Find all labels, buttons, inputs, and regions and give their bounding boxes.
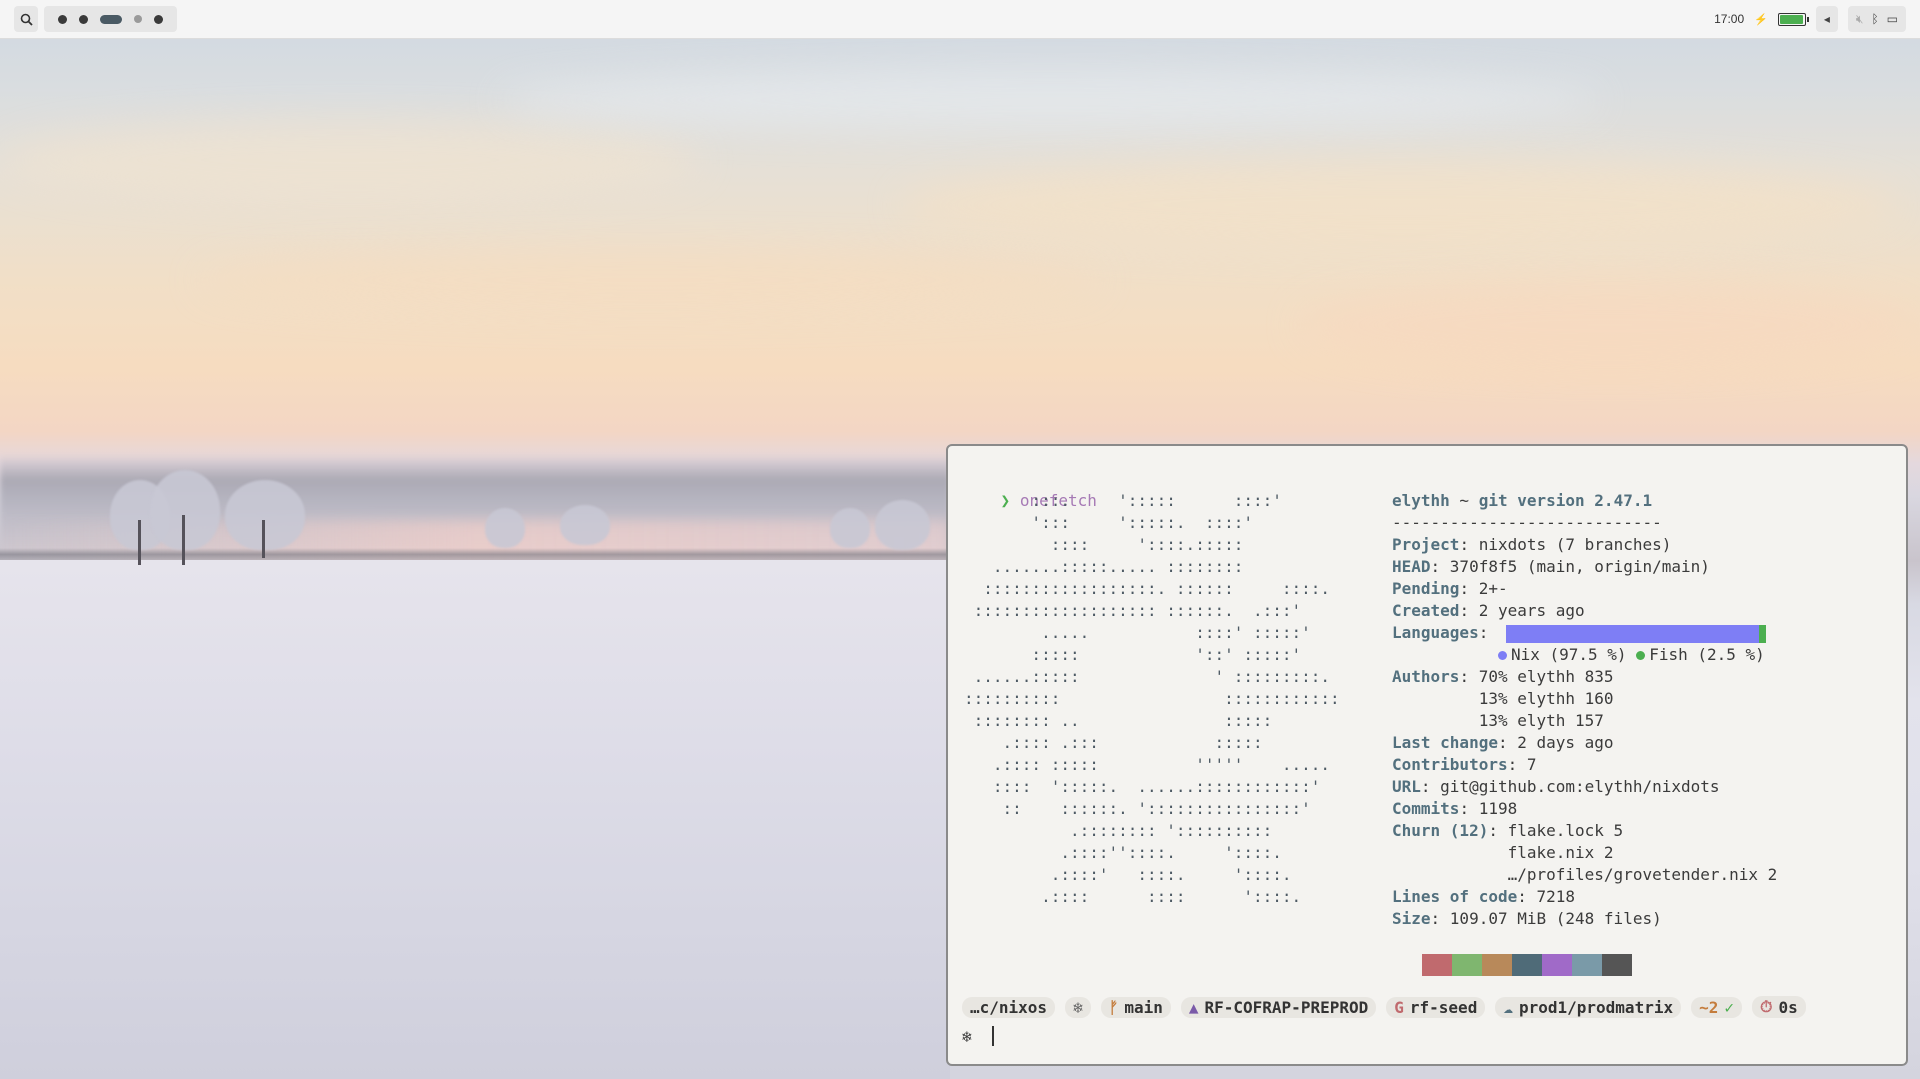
- author-3: 13% elyth 157: [1478, 711, 1604, 730]
- search-icon: [20, 13, 33, 26]
- window-icon[interactable]: ▭: [1887, 12, 1898, 26]
- nix-dot: [1497, 651, 1507, 660]
- size-value: 109.07 MiB (248 files): [1449, 909, 1662, 928]
- context-text: RF-COFRAP-PREPROD: [1204, 997, 1369, 1017]
- system-tray: ◂: [1815, 6, 1838, 32]
- palette-magenta: [1542, 954, 1572, 976]
- color-palette: [1422, 954, 1632, 976]
- header-separator: ~: [1449, 491, 1479, 510]
- k8s-icon: ▲: [1188, 997, 1199, 1017]
- commits-value: 1198: [1478, 799, 1518, 818]
- status-icons: 🔇︎ ᛒ ▭: [1847, 6, 1906, 32]
- duration-text: 0s: [1778, 997, 1798, 1017]
- pending-value: 2+-: [1478, 579, 1508, 598]
- language-nix: Nix (97.5 %): [1510, 645, 1627, 664]
- clock: 17:00: [1714, 12, 1745, 26]
- churn-3: …/profiles/grovetender.nix 2: [1507, 865, 1778, 884]
- language-bar: [1505, 624, 1766, 643]
- search-button[interactable]: [14, 6, 38, 32]
- branch-icon: ᚠ: [1108, 997, 1119, 1017]
- mute-icon[interactable]: 🔇︎: [1856, 12, 1864, 27]
- workspace-switcher: [44, 6, 177, 32]
- status-branch: ᚠ main: [1100, 996, 1171, 1018]
- palette-cyan: [1572, 954, 1602, 976]
- timer-icon: ⏱: [1760, 997, 1773, 1016]
- last-change-label: Last change: [1392, 733, 1498, 752]
- cloud-icon: ☁: [1503, 997, 1513, 1017]
- divider: ----------------------------: [1392, 513, 1662, 532]
- git-version: git version 2.47.1: [1478, 491, 1653, 510]
- nix-icon: ❄: [1073, 997, 1083, 1017]
- languages-label: Languages: [1392, 623, 1479, 642]
- status-cloud: ☁ prod1/prodmatrix: [1495, 996, 1682, 1018]
- cloud-text: prod1/prodmatrix: [1518, 997, 1674, 1017]
- top-bar: 17:00 ⚡ ◂ 🔇︎ ᛒ ▭: [0, 0, 1920, 39]
- contributors-label: Contributors: [1392, 755, 1508, 774]
- directory-text: …c/nixos: [970, 997, 1048, 1017]
- ascii-logo: :::. '::::: ::::' '::: ':::::. ::::' :::…: [964, 491, 1340, 906]
- google-icon: G: [1394, 997, 1404, 1017]
- churn-1: flake.lock 5: [1507, 821, 1624, 840]
- palette-green: [1452, 954, 1482, 976]
- loc-value: 7218: [1536, 887, 1576, 906]
- charging-icon: ⚡: [1754, 13, 1768, 26]
- created-value: 2 years ago: [1478, 601, 1585, 620]
- status-directory: …c/nixos: [962, 996, 1056, 1018]
- language-bar-nix: [1505, 624, 1760, 643]
- git-status-text: ~2: [1699, 997, 1719, 1017]
- check-icon: ✓: [1724, 997, 1734, 1017]
- project-value: nixdots (7 branches): [1478, 535, 1672, 554]
- head-label: HEAD: [1392, 557, 1431, 576]
- status-duration: ⏱ 0s: [1752, 996, 1806, 1018]
- last-change-value: 2 days ago: [1517, 733, 1614, 752]
- status-gcp: G rf-seed: [1386, 996, 1486, 1018]
- status-nix: ❄: [1065, 996, 1091, 1018]
- fish-dot: [1636, 651, 1646, 660]
- gcp-project-text: rf-seed: [1409, 997, 1478, 1017]
- size-label: Size: [1392, 909, 1431, 928]
- terminal-window[interactable]: ❯ onefetch :::. '::::: ::::' '::: ':::::…: [946, 444, 1908, 1066]
- url-label: URL: [1392, 777, 1421, 796]
- workspace-5[interactable]: [154, 14, 163, 24]
- workspace-1[interactable]: [58, 14, 67, 24]
- status-git: ~2 ✓: [1691, 996, 1742, 1018]
- workspace-2[interactable]: [79, 14, 88, 24]
- authors-label: Authors: [1392, 667, 1460, 686]
- palette-gray: [1602, 954, 1632, 976]
- second-prompt: ❄: [962, 1027, 972, 1046]
- battery-indicator[interactable]: [1777, 12, 1809, 26]
- status-context: ▲ RF-COFRAP-PREPROD: [1180, 996, 1377, 1018]
- created-label: Created: [1392, 601, 1460, 620]
- language-fish: Fish (2.5 %): [1649, 645, 1765, 664]
- project-label: Project: [1392, 535, 1460, 554]
- contributors-value: 7: [1526, 755, 1537, 774]
- pending-label: Pending: [1392, 579, 1460, 598]
- branch-text: main: [1124, 997, 1163, 1017]
- author-1: 70% elythh 835: [1478, 667, 1614, 686]
- loc-label: Lines of code: [1392, 887, 1518, 906]
- commits-label: Commits: [1392, 799, 1460, 818]
- bluetooth-icon[interactable]: ᛒ: [1871, 12, 1878, 26]
- repo-owner: elythh: [1392, 491, 1450, 510]
- url-value: git@github.com:elythh/nixdots: [1440, 777, 1720, 796]
- chevron-left-icon[interactable]: ◂: [1824, 12, 1830, 26]
- head-value: 370f8f5 (main, origin/main): [1449, 557, 1710, 576]
- workspace-4[interactable]: [134, 15, 142, 23]
- churn-label: Churn (12): [1392, 821, 1489, 840]
- top-bar-left: [0, 6, 177, 32]
- palette-red: [1422, 954, 1452, 976]
- churn-2: flake.nix 2: [1507, 843, 1614, 862]
- top-bar-right: 17:00 ⚡ ◂ 🔇︎ ᛒ ▭: [1714, 6, 1920, 32]
- repo-info: elythh ~ git version 2.47.1 ------------…: [1392, 491, 1778, 928]
- palette-blue: [1512, 954, 1542, 976]
- author-2: 13% elythh 160: [1478, 689, 1614, 708]
- text-cursor: [992, 1026, 994, 1046]
- shell-status-line: …c/nixos ❄ ᚠ main ▲ RF-COFRAP-PREPROD G rf…: [962, 996, 1806, 1018]
- palette-yellow: [1482, 954, 1512, 976]
- language-bar-fish: [1759, 624, 1766, 643]
- workspace-3-active[interactable]: [100, 14, 122, 24]
